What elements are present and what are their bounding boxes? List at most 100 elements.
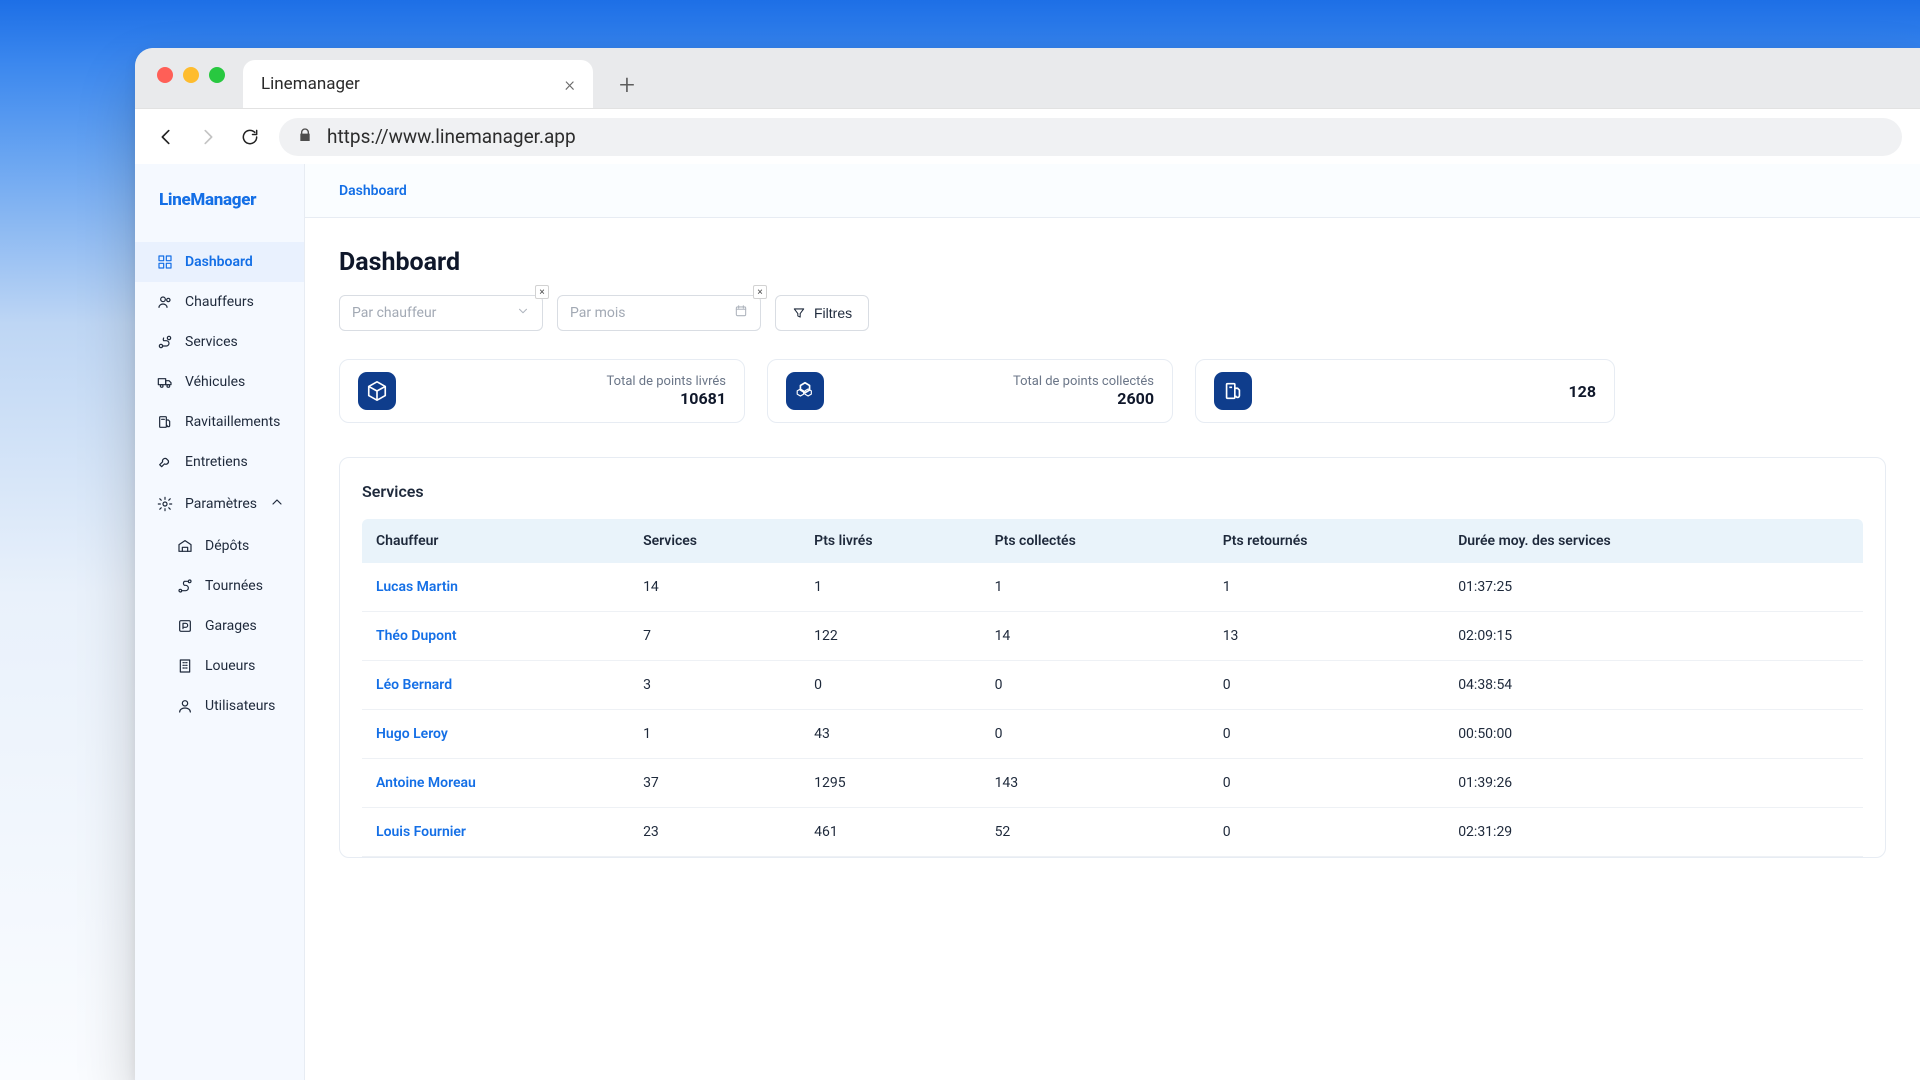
driver-link[interactable]: Hugo Leroy (376, 726, 448, 742)
driver-link[interactable]: Théo Dupont (376, 628, 457, 644)
cell-services: 7 (629, 612, 800, 661)
stat-value: 128 (1568, 382, 1596, 401)
sidebar-sub-tournees[interactable]: Tournées (135, 566, 304, 606)
tab-bar: Linemanager × + (135, 48, 1920, 108)
services-panel: Services Chauffeur Services Pts livrés P… (339, 457, 1886, 858)
cell-services: 1 (629, 710, 800, 759)
sidebar-item-label: Services (185, 334, 238, 350)
calendar-icon (734, 304, 748, 322)
col-chauffeur[interactable]: Chauffeur (362, 519, 629, 563)
table-header-row: Chauffeur Services Pts livrés Pts collec… (362, 519, 1863, 563)
cell-services: 3 (629, 661, 800, 710)
cell-duree: 02:09:15 (1444, 612, 1863, 661)
nav-list: Dashboard Chauffeurs Services Véhicules (135, 236, 304, 726)
new-tab-button[interactable]: + (603, 60, 651, 108)
cell-retournes: 0 (1209, 759, 1445, 808)
back-button[interactable] (153, 124, 179, 150)
table-row: Hugo Leroy1430000:50:00 (362, 710, 1863, 759)
close-tab-icon[interactable]: × (565, 72, 575, 96)
table-row: Lucas Martin1411101:37:25 (362, 563, 1863, 612)
cell-retournes: 1 (1209, 563, 1445, 612)
sidebar-item-parametres[interactable]: Paramètres (135, 482, 304, 526)
reload-button[interactable] (237, 124, 263, 150)
clear-month-filter[interactable]: × (753, 285, 767, 299)
minimize-window-icon[interactable] (183, 67, 199, 83)
month-select[interactable]: Par mois (557, 295, 761, 331)
table-row: Antoine Moreau371295143001:39:26 (362, 759, 1863, 808)
sidebar-item-chauffeurs[interactable]: Chauffeurs (135, 282, 304, 322)
window-controls (149, 48, 233, 108)
cell-collectes: 1 (981, 563, 1209, 612)
driver-link[interactable]: Antoine Moreau (376, 775, 476, 791)
url-text: https://www.linemanager.app (327, 125, 576, 148)
user-icon (177, 698, 193, 714)
stat-label: Total de points livrés (607, 374, 726, 389)
page-title: Dashboard (339, 248, 1886, 277)
cell-livres: 461 (800, 808, 980, 857)
col-services[interactable]: Services (629, 519, 800, 563)
cell-services: 37 (629, 759, 800, 808)
table-row: Léo Bernard300004:38:54 (362, 661, 1863, 710)
dashboard-icon (157, 254, 173, 270)
sidebar-item-dashboard[interactable]: Dashboard (135, 242, 304, 282)
sidebar-item-label: Dashboard (185, 254, 253, 270)
main: Dashboard Dashboard × Par chauffeur (305, 164, 1920, 1080)
col-livres[interactable]: Pts livrés (800, 519, 980, 563)
filters-button-label: Filtres (814, 305, 852, 321)
sidebar-item-label: Dépôts (205, 538, 249, 554)
maximize-window-icon[interactable] (209, 67, 225, 83)
stat-card-delivered: Total de points livrés 10681 (339, 359, 745, 423)
sidebar-item-label: Garages (205, 618, 257, 634)
content: Dashboard × Par chauffeur × (305, 218, 1920, 1080)
filters-button[interactable]: Filtres (775, 295, 869, 331)
sidebar-item-label: Tournées (205, 578, 263, 594)
address-bar[interactable]: https://www.linemanager.app (279, 118, 1902, 156)
sidebar-sub-depots[interactable]: Dépôts (135, 526, 304, 566)
browser-tab[interactable]: Linemanager × (243, 60, 593, 108)
driver-select[interactable]: Par chauffeur (339, 295, 543, 331)
sidebar-item-entretiens[interactable]: Entretiens (135, 442, 304, 482)
month-select-placeholder: Par mois (570, 305, 625, 321)
cell-livres: 43 (800, 710, 980, 759)
toolbar: https://www.linemanager.app (135, 108, 1920, 164)
forward-button[interactable] (195, 124, 221, 150)
building-icon (177, 658, 193, 674)
driver-link[interactable]: Louis Fournier (376, 824, 466, 840)
sidebar-sub-garages[interactable]: Garages (135, 606, 304, 646)
sidebar-sub-utilisateurs[interactable]: Utilisateurs (135, 686, 304, 726)
browser-tab-title: Linemanager (261, 74, 360, 94)
wrench-icon (157, 454, 173, 470)
col-duree[interactable]: Durée moy. des services (1444, 519, 1863, 563)
sidebar-sub-loueurs[interactable]: Loueurs (135, 646, 304, 686)
stat-label: Total de points collectés (1013, 374, 1154, 389)
table-row: Louis Fournier2346152002:31:29 (362, 808, 1863, 857)
lock-icon (297, 125, 313, 148)
table-row: Théo Dupont7122141302:09:15 (362, 612, 1863, 661)
col-collectes[interactable]: Pts collectés (981, 519, 1209, 563)
breadcrumb[interactable]: Dashboard (339, 183, 407, 199)
col-retournes[interactable]: Pts retournés (1209, 519, 1445, 563)
cell-services: 23 (629, 808, 800, 857)
cell-collectes: 0 (981, 661, 1209, 710)
cell-livres: 1295 (800, 759, 980, 808)
cell-retournes: 0 (1209, 808, 1445, 857)
route-icon (157, 334, 173, 350)
gas-pump-icon (1214, 372, 1252, 410)
filter-row: × Par chauffeur × Par mois (339, 295, 1886, 331)
cell-retournes: 13 (1209, 612, 1445, 661)
sidebar-item-services[interactable]: Services (135, 322, 304, 362)
cell-duree: 00:50:00 (1444, 710, 1863, 759)
driver-select-placeholder: Par chauffeur (352, 305, 436, 321)
clear-driver-filter[interactable]: × (535, 285, 549, 299)
boxes-icon (786, 372, 824, 410)
sidebar: LineManager Dashboard Chauffeurs Service… (135, 164, 305, 1080)
cell-collectes: 14 (981, 612, 1209, 661)
cell-duree: 01:37:25 (1444, 563, 1863, 612)
driver-link[interactable]: Lucas Martin (376, 579, 458, 595)
panel-title: Services (362, 482, 1863, 501)
cell-collectes: 0 (981, 710, 1209, 759)
close-window-icon[interactable] (157, 67, 173, 83)
sidebar-item-vehicules[interactable]: Véhicules (135, 362, 304, 402)
sidebar-item-ravitaillements[interactable]: Ravitaillements (135, 402, 304, 442)
driver-link[interactable]: Léo Bernard (376, 677, 452, 693)
